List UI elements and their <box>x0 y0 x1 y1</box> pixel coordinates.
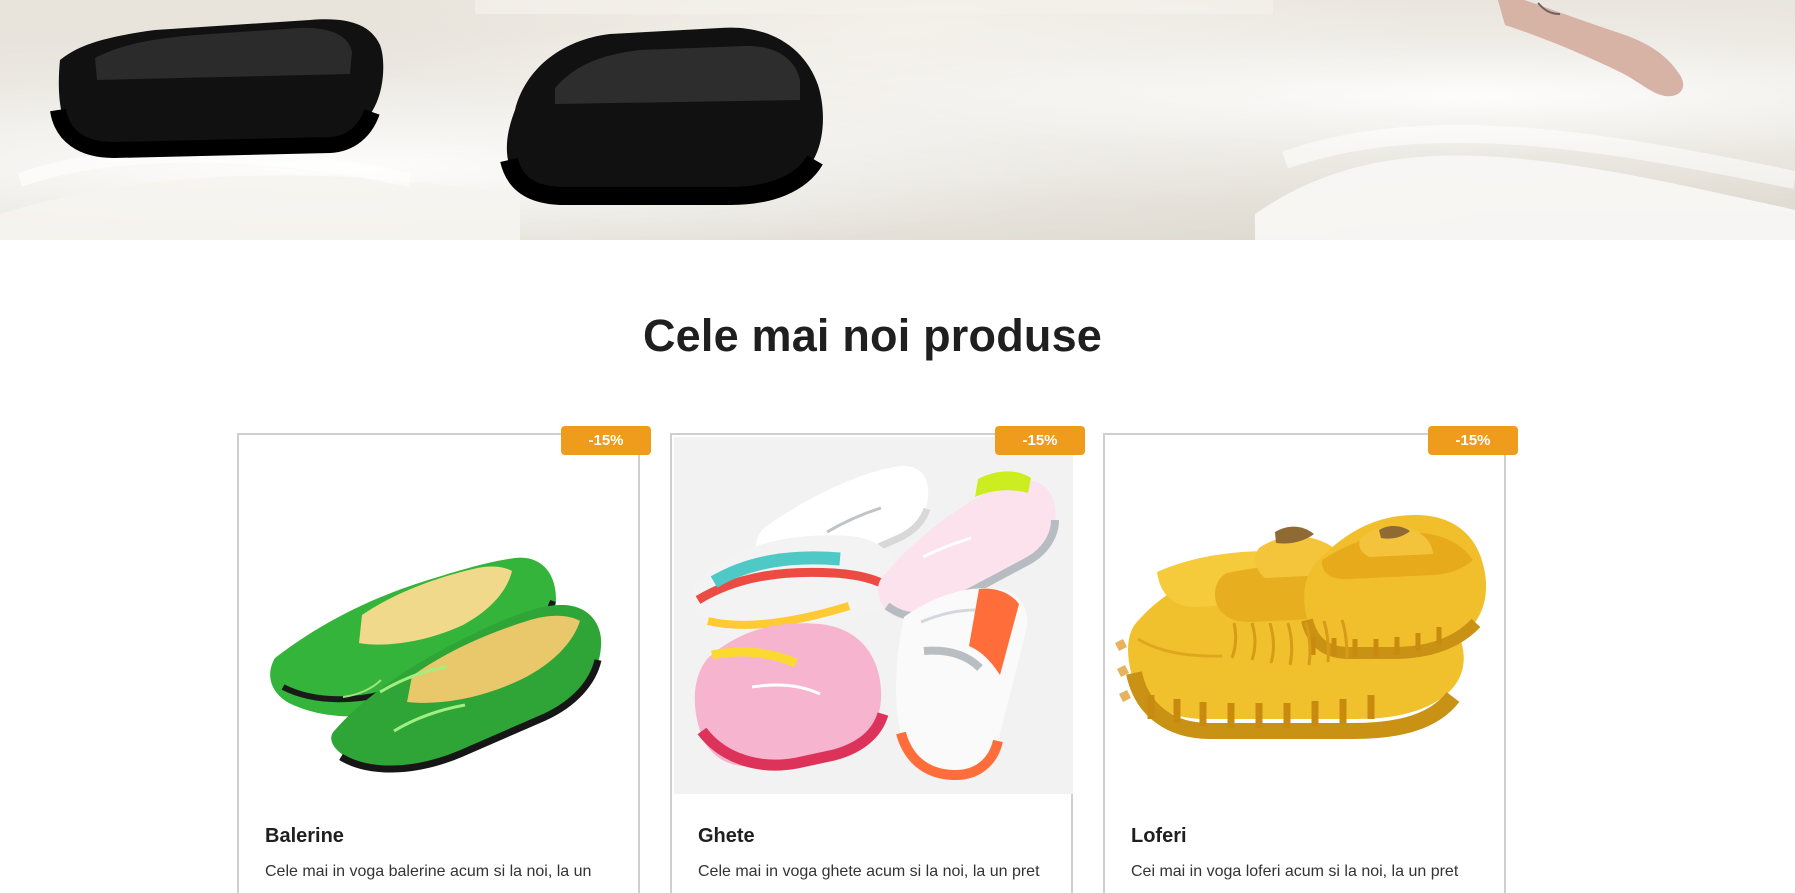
discount-badge: -15% <box>1428 426 1518 455</box>
product-name[interactable]: Loferi <box>1131 825 1187 848</box>
product-card-loferi[interactable]: Loferi Cei mai in voga loferi acum si la… <box>1103 433 1506 893</box>
green-ballet-flats-image <box>270 557 602 773</box>
product-name[interactable]: Balerine <box>265 825 344 848</box>
product-card-ghete[interactable]: Ghete Cele mai in voga ghete acum si la … <box>670 433 1073 893</box>
discount-badge: -15% <box>995 426 1085 455</box>
sneakers-collection-image <box>692 465 1059 781</box>
product-image-ghete[interactable] <box>674 437 1073 794</box>
yellow-loafers-image <box>1115 514 1487 739</box>
product-description: Cele mai in voga ghete acum si la noi, l… <box>698 863 1040 880</box>
product-name[interactable]: Ghete <box>698 825 755 848</box>
product-description: Cele mai in voga balerine acum si la noi… <box>265 863 592 880</box>
hero-banner <box>0 0 1795 240</box>
hero-shoes-illustration <box>0 0 1795 240</box>
discount-badge: -15% <box>561 426 651 455</box>
product-image-balerine[interactable] <box>241 437 640 794</box>
section-title: Cele mai noi produse <box>642 310 1103 361</box>
product-description: Cei mai in voga loferi acum si la noi, l… <box>1131 863 1459 880</box>
product-image-loferi[interactable] <box>1107 437 1506 794</box>
product-card-balerine[interactable]: Balerine Cele mai in voga balerine acum … <box>237 433 640 893</box>
